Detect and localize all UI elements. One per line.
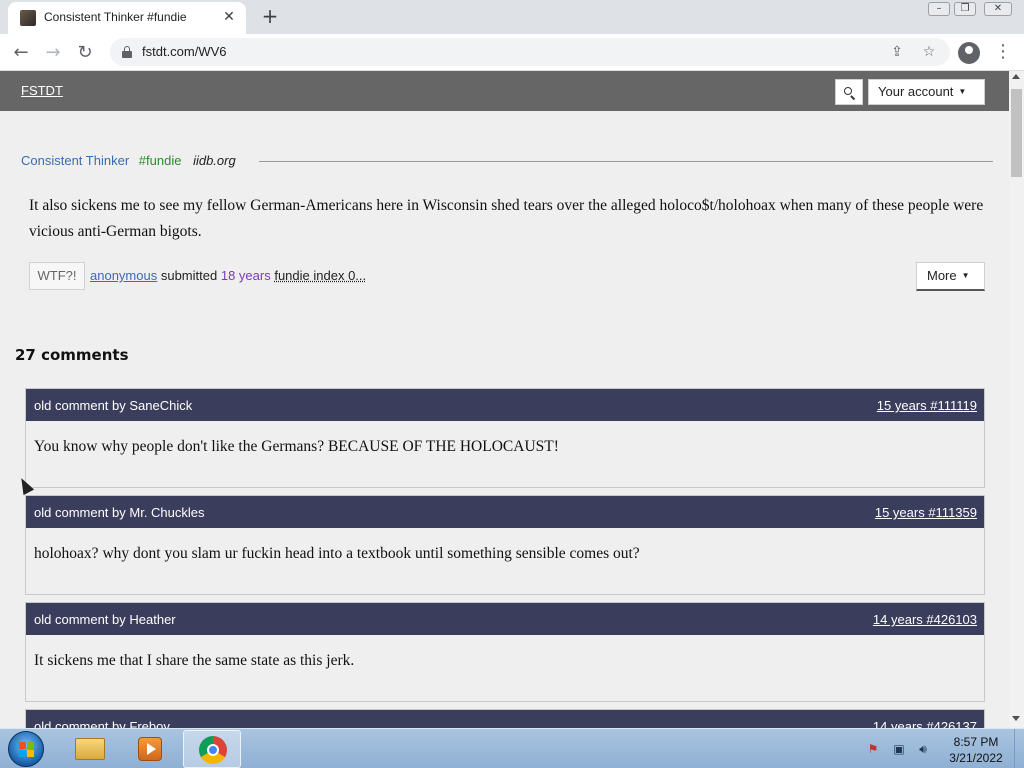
folder-icon — [75, 738, 105, 760]
browser-tab[interactable]: Consistent Thinker #fundie ✕ — [8, 2, 246, 34]
comment-body: holohoax? why dont you slam ur fuckin he… — [34, 545, 640, 562]
media-player-icon — [138, 737, 162, 761]
scroll-up-arrow-icon[interactable] — [1012, 74, 1020, 79]
comment-header: old comment by Heather 14 years #426103 — [26, 603, 984, 635]
comment-author: old comment by Heather — [34, 612, 176, 627]
comment-permalink[interactable]: 14 years #426137 — [873, 719, 977, 728]
system-clock[interactable]: 8:57 PM 3/21/2022 — [940, 734, 1012, 766]
clock-time: 8:57 PM — [953, 735, 999, 749]
search-icon — [844, 87, 852, 95]
comment-card: old comment by Mr. Chuckles 15 years #11… — [25, 495, 985, 595]
quote-meta: Consistent Thinker #fundie iidb.org — [21, 153, 236, 168]
start-button[interactable] — [8, 731, 44, 767]
page-viewport: FSTDT Your account ▼ Consistent Thinker #… — [0, 71, 1009, 728]
submitted-label: submitted — [160, 268, 218, 283]
comment-permalink[interactable]: 15 years #111359 — [875, 505, 977, 520]
reload-icon[interactable]: ↻ — [72, 40, 98, 66]
comment-author: old comment by Mr. Chuckles — [34, 505, 205, 520]
chrome-icon — [199, 736, 227, 764]
clock-date: 3/21/2022 — [949, 751, 1003, 765]
page-scrollbar[interactable] — [1009, 71, 1024, 728]
comment-header: old comment by Mr. Chuckles 15 years #11… — [26, 496, 984, 528]
minimize-button[interactable]: – — [928, 2, 950, 16]
network-icon[interactable]: ▣ — [892, 742, 906, 756]
comment-body: You know why people don't like the Germa… — [34, 438, 559, 455]
quote-age-link[interactable]: 18 years — [221, 268, 271, 283]
restore-button[interactable]: ❐ — [954, 2, 976, 16]
divider — [259, 161, 993, 162]
browser-tabstrip: Consistent Thinker #fundie ✕ + – ❐ ✕ — [0, 0, 1024, 34]
taskbar: ⚑ ▣ 🔊︎ 8:57 PM 3/21/2022 — [0, 728, 1024, 768]
comments-heading: 27 comments — [15, 346, 129, 364]
site-header: FSTDT Your account ▼ — [0, 71, 1009, 111]
more-label: More — [927, 268, 957, 283]
scroll-down-arrow-icon[interactable] — [1012, 716, 1020, 721]
profile-avatar-icon[interactable] — [958, 42, 980, 64]
action-center-flag-icon[interactable]: ⚑ — [866, 742, 880, 756]
volume-icon[interactable]: 🔊︎ — [916, 742, 930, 756]
caret-down-icon: ▼ — [961, 271, 970, 280]
quote-body: It also sickens me to see my fellow Germ… — [29, 197, 984, 240]
lock-icon[interactable] — [122, 46, 132, 58]
taskbar-media-player[interactable] — [120, 730, 178, 768]
account-label: Your account — [878, 84, 954, 99]
show-desktop-button[interactable] — [1014, 729, 1024, 768]
forward-arrow-icon[interactable]: → — [40, 40, 66, 66]
fundie-index[interactable]: fundie index 0... — [274, 268, 366, 283]
comment-card: old comment by Freboy 14 years #426137 — [25, 709, 985, 728]
quote-source: iidb.org — [193, 153, 236, 168]
scrollbar-thumb[interactable] — [1011, 89, 1022, 177]
comment-card: old comment by SaneChick 15 years #11111… — [25, 388, 985, 488]
back-arrow-icon[interactable]: ← — [8, 40, 34, 66]
comment-permalink[interactable]: 14 years #426103 — [873, 612, 977, 627]
close-window-button[interactable]: ✕ — [984, 2, 1012, 16]
comment-author: old comment by SaneChick — [34, 398, 193, 413]
submitter-link[interactable]: anonymous — [90, 268, 157, 283]
search-button[interactable] — [835, 79, 863, 105]
browser-toolbar: ← → ↻ fstdt.com/WV6 ⇪ ☆ — [0, 34, 1024, 71]
caret-down-icon: ▼ — [958, 87, 967, 96]
tab-close-icon[interactable]: ✕ — [220, 8, 238, 26]
tab-title: Consistent Thinker #fundie — [44, 10, 187, 24]
comment-header: old comment by Freboy 14 years #426137 — [26, 710, 984, 728]
browser-menu-icon[interactable]: ⋮ — [994, 40, 1012, 64]
share-icon[interactable]: ⇪ — [888, 43, 906, 61]
comment-card: old comment by Heather 14 years #426103 … — [25, 602, 985, 702]
comment-permalink[interactable]: 15 years #111119 — [877, 398, 977, 413]
site-favicon-icon — [20, 10, 36, 26]
url-text[interactable]: fstdt.com/WV6 — [142, 44, 227, 59]
wtf-button[interactable]: WTF?! — [29, 262, 85, 290]
site-logo-link[interactable]: FSTDT — [21, 83, 63, 98]
account-dropdown-button[interactable]: Your account ▼ — [868, 79, 985, 105]
address-bar[interactable]: fstdt.com/WV6 ⇪ ☆ — [110, 38, 950, 66]
quote-tag-link[interactable]: #fundie — [139, 153, 182, 168]
comment-body: It sickens me that I share the same stat… — [34, 652, 355, 669]
taskbar-file-explorer[interactable] — [60, 730, 118, 768]
new-tab-button[interactable]: + — [258, 5, 282, 29]
bookmark-star-icon[interactable]: ☆ — [920, 43, 938, 61]
comment-author: old comment by Freboy — [34, 719, 170, 728]
submission-info: anonymous submitted 18 years fundie inde… — [90, 268, 366, 283]
taskbar-chrome[interactable] — [183, 730, 241, 768]
quote-author-link[interactable]: Consistent Thinker — [21, 153, 129, 168]
comment-header: old comment by SaneChick 15 years #11111… — [26, 389, 984, 421]
more-dropdown-button[interactable]: More ▼ — [916, 262, 985, 291]
